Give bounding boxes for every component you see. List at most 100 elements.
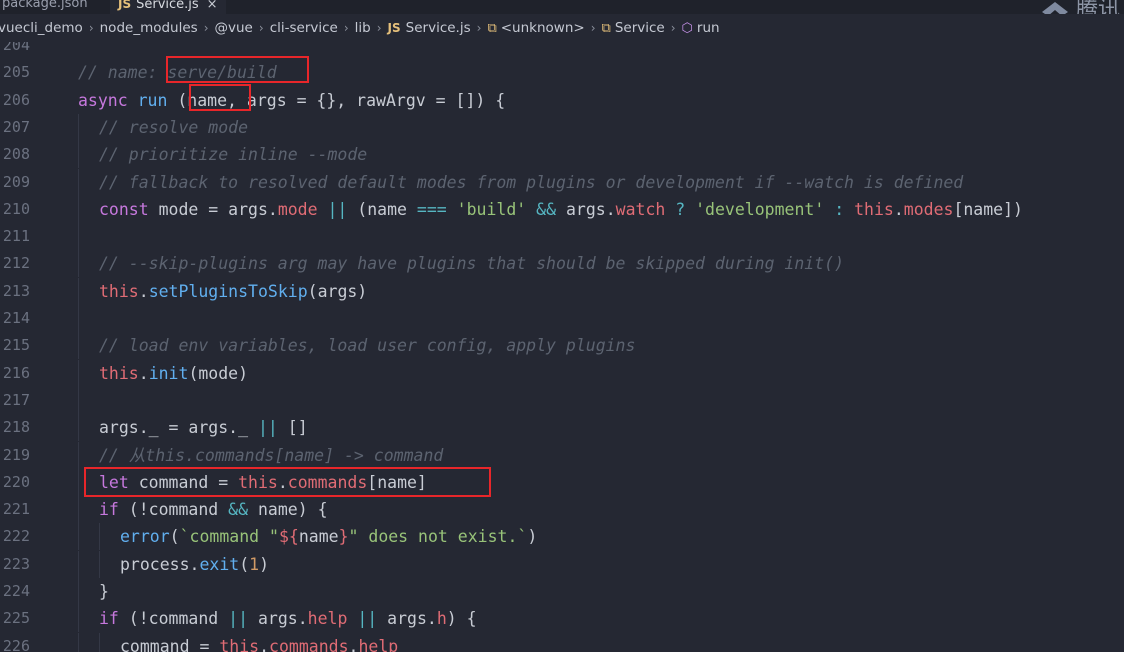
line-number: 208 (2, 145, 30, 164)
indent-guide (78, 605, 79, 633)
line-number: 217 (2, 390, 30, 409)
code-token: ) { (446, 609, 477, 629)
code-token: exit (199, 554, 240, 574)
code-line[interactable]: 208 // prioritize inline --mode (0, 141, 1124, 169)
code-text: this.setPluginsToSkip(args) (99, 278, 367, 305)
indent-guide (78, 632, 79, 652)
breadcrumb-item[interactable]: @vue › (215, 20, 270, 36)
breadcrumb-label: lib (354, 20, 371, 36)
indent-guide (78, 332, 79, 360)
breadcrumb-item[interactable]: ⧉ Service › (602, 20, 682, 36)
code-line[interactable]: 225 if (!command || args.help || args.h) … (0, 605, 1124, 633)
line-number: 215 (2, 336, 30, 355)
code-line[interactable]: 217 (0, 386, 1124, 414)
code-token: || (228, 609, 249, 629)
code-line[interactable]: 207 // resolve mode (0, 113, 1124, 141)
code-line[interactable]: 213 this.setPluginsToSkip(args) (0, 277, 1124, 305)
tab-package-json[interactable]: package.json (0, 0, 96, 14)
breadcrumb-item[interactable]: node_modules › (100, 20, 215, 36)
code-line[interactable]: 222 error(`command "${name}" does not exi… (0, 523, 1124, 551)
breadcrumb-item[interactable]: JS Service.js › (388, 20, 488, 36)
code-text: async run (name, args = {}, rawArgv = []… (78, 87, 505, 114)
chevron-right-icon: › (203, 21, 209, 35)
code-line[interactable]: 215 // load env variables, load user conf… (0, 332, 1124, 360)
line-number: 209 (2, 172, 30, 191)
indent-guide (78, 141, 79, 169)
code-token: === (416, 199, 447, 219)
code-token: (args) (307, 281, 368, 301)
code-token: args._ = args._ (99, 418, 258, 438)
line-number: 220 (2, 472, 30, 491)
code-text: this.init(mode) (99, 360, 248, 387)
breadcrumb-item[interactable]: vuecli_demo › (0, 20, 100, 36)
line-number: 206 (2, 90, 30, 109)
code-token: async (78, 90, 128, 110)
code-token: process. (120, 554, 200, 574)
indent-guide (78, 386, 79, 414)
code-token: // load env variables, load user config,… (99, 336, 636, 356)
line-number: 219 (2, 445, 30, 464)
code-token: ( (169, 527, 180, 547)
editor-tab-bar: package.json JS Service.js × 腾讯 (0, 0, 1124, 14)
code-token: if (99, 609, 119, 629)
code-line[interactable]: 224} (0, 578, 1124, 605)
code-token: watch (615, 199, 666, 219)
line-number: 222 (2, 527, 30, 546)
code-text: args._ = args._ || [] (99, 414, 308, 441)
code-token: . (348, 636, 359, 652)
code-text: // resolve mode (99, 114, 248, 141)
code-token: || (257, 418, 278, 438)
code-editor[interactable]: 204 205// name: serve/build 206 async run (… (0, 42, 1124, 652)
code-line[interactable]: 221 if (!command && name) { (0, 496, 1124, 524)
breadcrumb-item[interactable]: ⬡ run (682, 20, 720, 36)
code-line[interactable]: 211 (0, 223, 1124, 251)
code-token: : (834, 199, 845, 219)
code-token: // resolve mode (99, 117, 249, 137)
symbol-icon: ⧉ (487, 20, 497, 36)
line-number: 224 (2, 582, 30, 600)
code-token: 'development' (695, 199, 825, 219)
indent-guide (78, 578, 79, 605)
code-line[interactable]: 218 args._ = args._ || [] (0, 414, 1124, 442)
highlight-box-serve-build (166, 56, 309, 83)
code-line[interactable]: 212 // --skip-plugins arg may have plugin… (0, 250, 1124, 278)
code-text: error(`command "${name}" does not exist.… (120, 523, 537, 550)
close-icon[interactable]: × (207, 0, 218, 12)
indent-guide (78, 496, 79, 524)
code-token: } (99, 582, 109, 601)
code-line[interactable]: 223 process.exit(1) (0, 550, 1124, 578)
code-line[interactable]: 206 async run (name, args = {}, rawArgv =… (0, 87, 1124, 114)
breadcrumb-label: vuecli_demo (0, 20, 83, 36)
tab-service-js[interactable]: JS Service.js × (110, 0, 226, 14)
breadcrumb-item[interactable]: ⧉ <unknown> › (487, 20, 601, 36)
indent-guide (78, 113, 79, 141)
code-token: (!command (118, 609, 229, 629)
code-token: h (436, 609, 447, 629)
code-line[interactable]: 214 (0, 305, 1124, 332)
code-token: (!command (118, 500, 229, 520)
cloud-logo-icon (1041, 2, 1068, 14)
breadcrumb-label: Service.js (405, 20, 471, 36)
indent-guide (78, 414, 79, 442)
breadcrumb-label: Service (614, 20, 665, 36)
code-token: . (138, 363, 149, 383)
code-line[interactable]: 226 command = this.commands.help (0, 632, 1124, 652)
code-token: " does not exist.` (348, 527, 528, 547)
code-line[interactable]: 210 const mode = args.mode || (name === '… (0, 195, 1124, 223)
code-text: // --skip-plugins arg may have plugins t… (99, 250, 844, 277)
code-token: name (298, 527, 339, 547)
code-token: ( (239, 554, 250, 574)
code-line[interactable]: 216 this.init(mode) (0, 359, 1124, 387)
breadcrumb-item[interactable]: lib › (355, 20, 388, 36)
code-token: // --skip-plugins arg may have plugins t… (99, 254, 845, 274)
breadcrumb-item[interactable]: cli-service › (270, 20, 355, 36)
code-line[interactable]: 219 // 从this.commands[name] -> command (0, 441, 1124, 469)
code-line[interactable]: 209 // fallback to resolved default modes… (0, 168, 1124, 196)
